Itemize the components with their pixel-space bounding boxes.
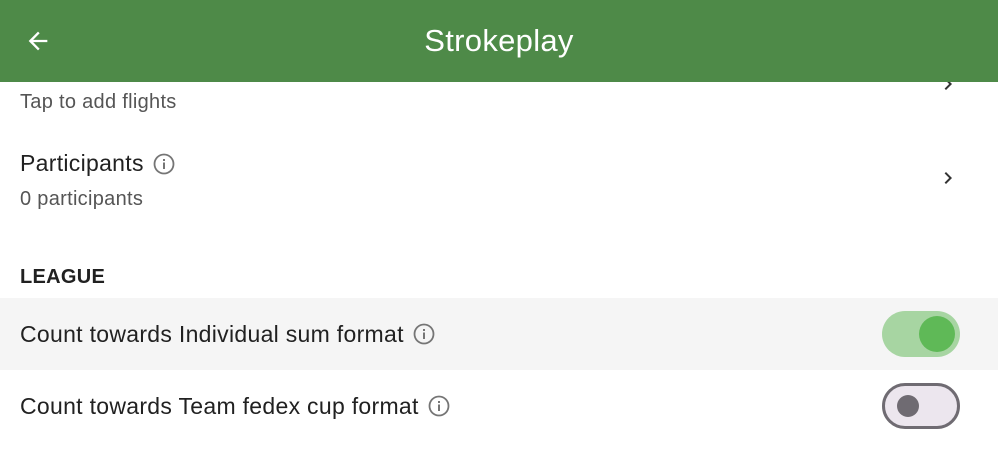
chevron-right-icon — [944, 82, 952, 90]
chevron-right-icon — [944, 172, 952, 184]
section-header-league: LEAGUE — [20, 266, 106, 288]
setting-label: Count towards Individual sum format — [20, 321, 436, 348]
participants-title: Participants — [20, 150, 176, 177]
info-icon[interactable] — [152, 152, 176, 176]
arrow-left-icon — [28, 31, 48, 51]
info-icon[interactable] — [427, 394, 451, 418]
individual-sum-toggle[interactable] — [882, 311, 960, 357]
participants-row[interactable]: Participants 0 participants — [0, 132, 998, 222]
participants-count: 0 participants — [20, 188, 144, 210]
toggle-knob — [919, 316, 955, 352]
toggle-knob — [897, 395, 919, 417]
info-icon[interactable] — [412, 322, 436, 346]
setting-row-team-fedex: Count towards Team fedex cup format — [0, 370, 998, 442]
setting-row-individual-sum: Count towards Individual sum format — [0, 298, 998, 370]
page-title: Strokeplay — [424, 23, 574, 58]
flights-subtitle: Tap to add flights — [20, 91, 177, 113]
participants-label: Participants — [20, 150, 144, 176]
settings-list: Tap to add flights Participants 0 partic… — [0, 82, 998, 472]
setting-label-text: Count towards Team fedex cup format — [20, 392, 419, 419]
setting-label: Count towards Team fedex cup format — [20, 393, 451, 420]
back-button[interactable] — [18, 21, 58, 61]
app-bar: Strokeplay — [0, 0, 998, 82]
team-fedex-toggle[interactable] — [882, 383, 960, 429]
setting-label-text: Count towards Individual sum format — [20, 320, 404, 347]
